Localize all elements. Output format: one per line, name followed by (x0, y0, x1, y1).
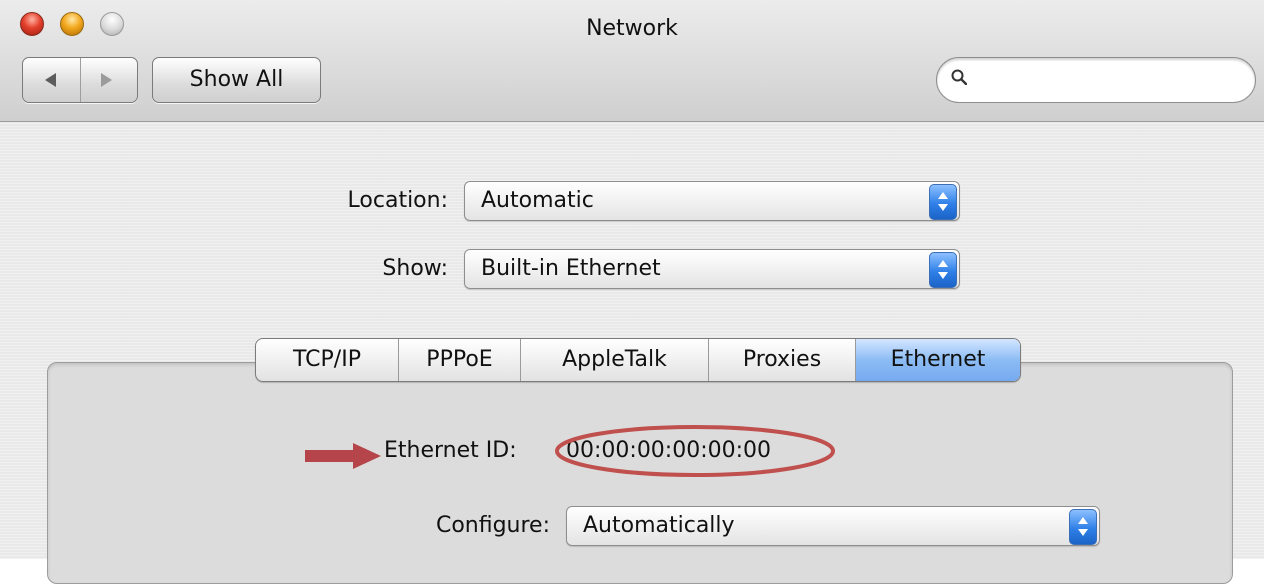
back-button[interactable] (23, 58, 80, 102)
popup-stepper-icon (929, 184, 957, 220)
toolbar: Network Show All (0, 0, 1264, 122)
search-icon (951, 69, 967, 85)
left-arrow-icon (45, 73, 56, 87)
tab-appletalk[interactable]: AppleTalk (521, 339, 709, 381)
location-popup[interactable]: Automatic (464, 181, 960, 221)
tab-pppoe[interactable]: PPPoE (399, 339, 521, 381)
search-field[interactable] (936, 57, 1256, 103)
window-title: Network (586, 16, 678, 41)
popup-stepper-icon (929, 252, 957, 288)
right-arrow-icon (101, 73, 112, 87)
configure-popup[interactable]: Automatically (566, 506, 1100, 546)
location-value: Automatic (481, 188, 594, 213)
tab-proxies[interactable]: Proxies (709, 339, 856, 381)
annotation-arrow-icon (305, 443, 381, 469)
show-label: Show: (382, 256, 448, 281)
annotation-oval-icon (555, 425, 835, 477)
popup-stepper-icon (1069, 509, 1097, 545)
ethernet-id-label: Ethernet ID: (384, 438, 517, 463)
location-label: Location: (347, 188, 448, 213)
forward-button[interactable] (81, 58, 137, 102)
show-all-button[interactable]: Show All (152, 57, 321, 103)
configure-label: Configure: (435, 513, 550, 538)
network-preferences-window: Network Show All Location: Automatic Sho… (0, 0, 1264, 584)
back-forward-control (22, 57, 138, 103)
tab-ethernet[interactable]: Ethernet (856, 339, 1020, 381)
tab-bar: TCP/IP PPPoE AppleTalk Proxies Ethernet (255, 338, 1021, 382)
show-popup[interactable]: Built-in Ethernet (464, 249, 960, 289)
configure-value: Automatically (583, 513, 735, 538)
search-input[interactable] (977, 66, 1241, 96)
show-value: Built-in Ethernet (481, 256, 661, 281)
tab-tcp-ip[interactable]: TCP/IP (256, 339, 399, 381)
